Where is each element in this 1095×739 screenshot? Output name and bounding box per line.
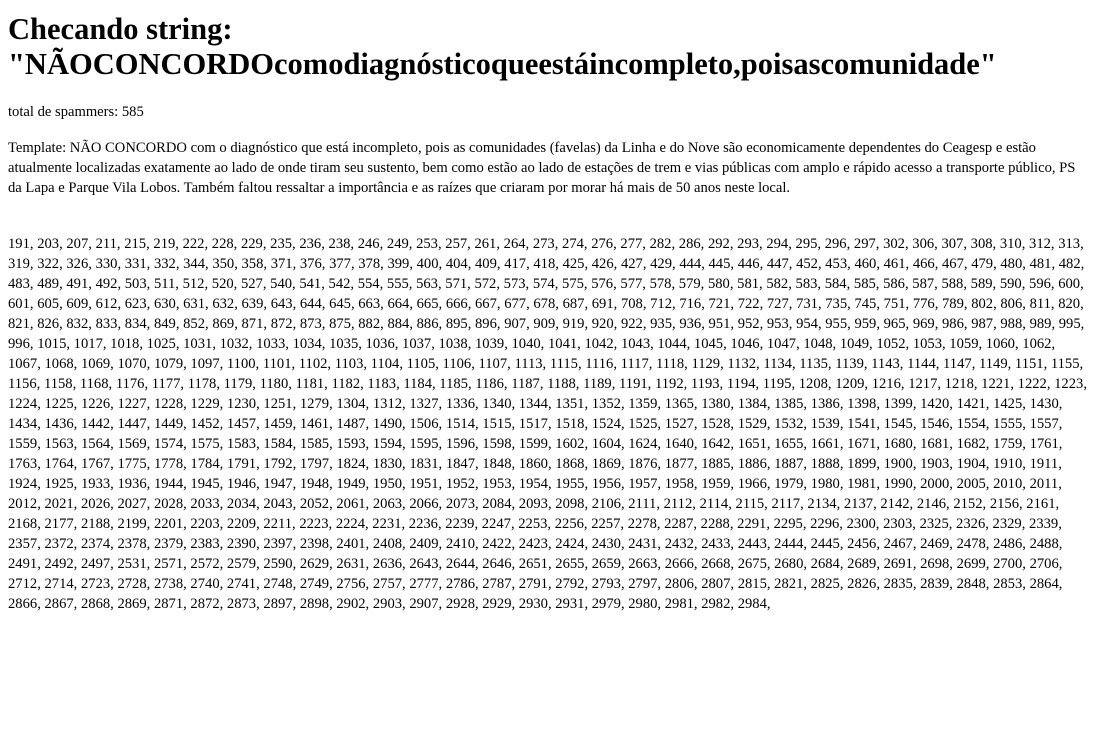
spammer-total: total de spammers: 585 — [8, 104, 144, 120]
page-title: Checando string: "NÃOCONCORDOcomodiagnós… — [8, 12, 1087, 82]
page-title-string: "NÃOCONCORDOcomodiagnósticoqueestáincomp… — [8, 47, 997, 81]
spammer-id-list: 191, 203, 207, 211, 215, 219, 222, 228, … — [8, 236, 1087, 612]
template-text: Template: NÃO CONCORDO com o diagnóstico… — [8, 140, 1076, 196]
page-content: Checando string: "NÃOCONCORDOcomodiagnós… — [0, 0, 1087, 614]
page-title-prefix: Checando string: — [8, 12, 233, 46]
